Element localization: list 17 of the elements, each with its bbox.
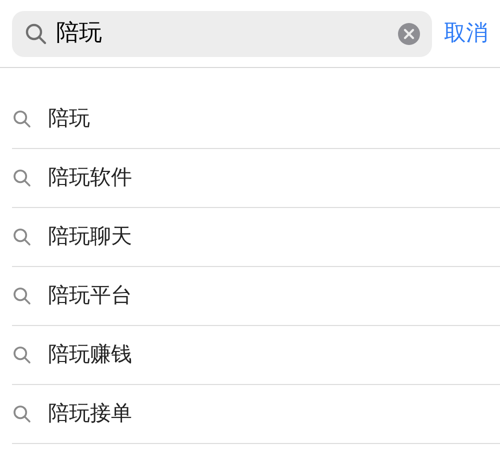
search-field[interactable]: 陪玩 xyxy=(12,10,432,56)
search-icon xyxy=(12,345,32,365)
search-icon xyxy=(12,286,32,306)
suggestion-item[interactable]: 陪玩接单 xyxy=(12,385,500,444)
suggestion-item[interactable]: 陪玩软件 xyxy=(12,149,500,208)
suggestion-item[interactable]: 陪玩 xyxy=(12,90,500,149)
suggestion-item[interactable]: 陪玩聊天 xyxy=(12,208,500,267)
clear-icon[interactable] xyxy=(398,22,420,44)
cancel-button[interactable]: 取消 xyxy=(444,17,488,50)
suggestion-item[interactable]: 陪玩赚钱 xyxy=(12,326,500,385)
suggestion-item[interactable]: 陪玩平台 xyxy=(12,267,500,326)
search-icon xyxy=(24,22,48,46)
search-text: 陪玩 xyxy=(56,19,103,48)
search-icon xyxy=(12,168,32,188)
search-icon xyxy=(12,404,32,424)
search-icon xyxy=(12,109,32,129)
search-icon xyxy=(12,227,32,247)
